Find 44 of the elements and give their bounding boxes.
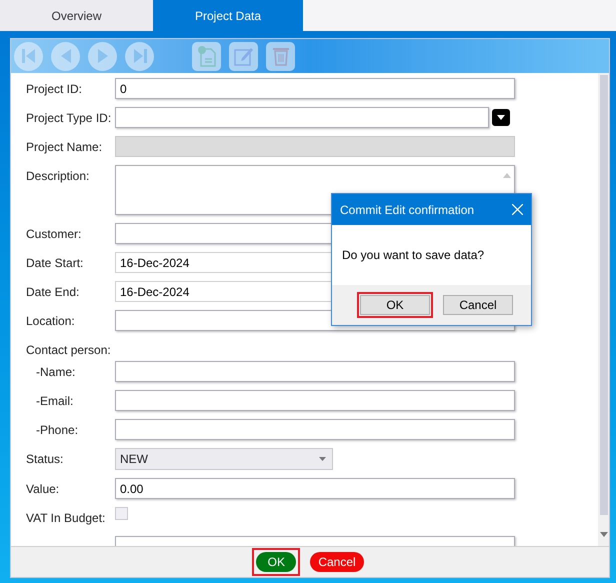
field-label: Date Start: xyxy=(26,256,84,270)
dropdown-button[interactable] xyxy=(492,109,510,126)
checkbox[interactable] xyxy=(115,507,128,520)
field-label: Status: xyxy=(26,452,64,466)
text-field[interactable] xyxy=(115,419,515,440)
tab[interactable]: Overview xyxy=(0,0,153,31)
scroll-down-icon xyxy=(600,532,608,537)
ok-button[interactable]: OK xyxy=(256,552,296,572)
field-label: -Name: xyxy=(36,365,76,379)
field-label: -Phone: xyxy=(36,423,78,437)
field-label: Project ID: xyxy=(26,82,82,96)
skip-back-icon xyxy=(22,48,36,64)
triangle-left-icon xyxy=(60,49,70,63)
field-label: Project Type ID: xyxy=(26,111,112,125)
status-dropdown[interactable]: NEW xyxy=(115,448,333,470)
triangle-right-icon xyxy=(98,49,108,63)
close-icon[interactable] xyxy=(512,204,523,215)
field-label: VAT In Budget: xyxy=(26,511,106,525)
field-label: Contact person: xyxy=(26,343,111,357)
text-field[interactable] xyxy=(115,361,515,382)
dialog-title: Commit Edit confirmation xyxy=(340,202,474,218)
tab[interactable]: Project Data xyxy=(153,0,303,31)
pencil-icon xyxy=(234,46,254,66)
cancel-button[interactable]: Cancel xyxy=(310,552,364,572)
field-label: Location: xyxy=(26,314,75,328)
ok-button[interactable]: OK xyxy=(360,295,430,315)
field-label: Description: xyxy=(26,169,90,183)
combo-field[interactable] xyxy=(115,107,489,128)
field-label: Project Name: xyxy=(26,140,102,154)
caret-icon xyxy=(497,115,505,120)
field-label: Date End: xyxy=(26,285,80,299)
trash-icon xyxy=(272,46,290,66)
field-label: Customer: xyxy=(26,227,82,241)
cancel-button[interactable]: Cancel xyxy=(443,295,513,315)
scrollbar-thumb[interactable] xyxy=(600,75,608,515)
field-label: -Email: xyxy=(36,394,74,408)
scroll-up-icon xyxy=(503,173,511,178)
caret-icon xyxy=(319,457,326,461)
field-label: Value: xyxy=(26,482,60,496)
add-document-icon xyxy=(196,45,216,67)
text-field[interactable] xyxy=(115,390,515,411)
text-field[interactable]: 0.00 xyxy=(115,478,515,499)
text-field[interactable]: 0 xyxy=(115,78,515,99)
skip-forward-icon xyxy=(132,48,146,64)
